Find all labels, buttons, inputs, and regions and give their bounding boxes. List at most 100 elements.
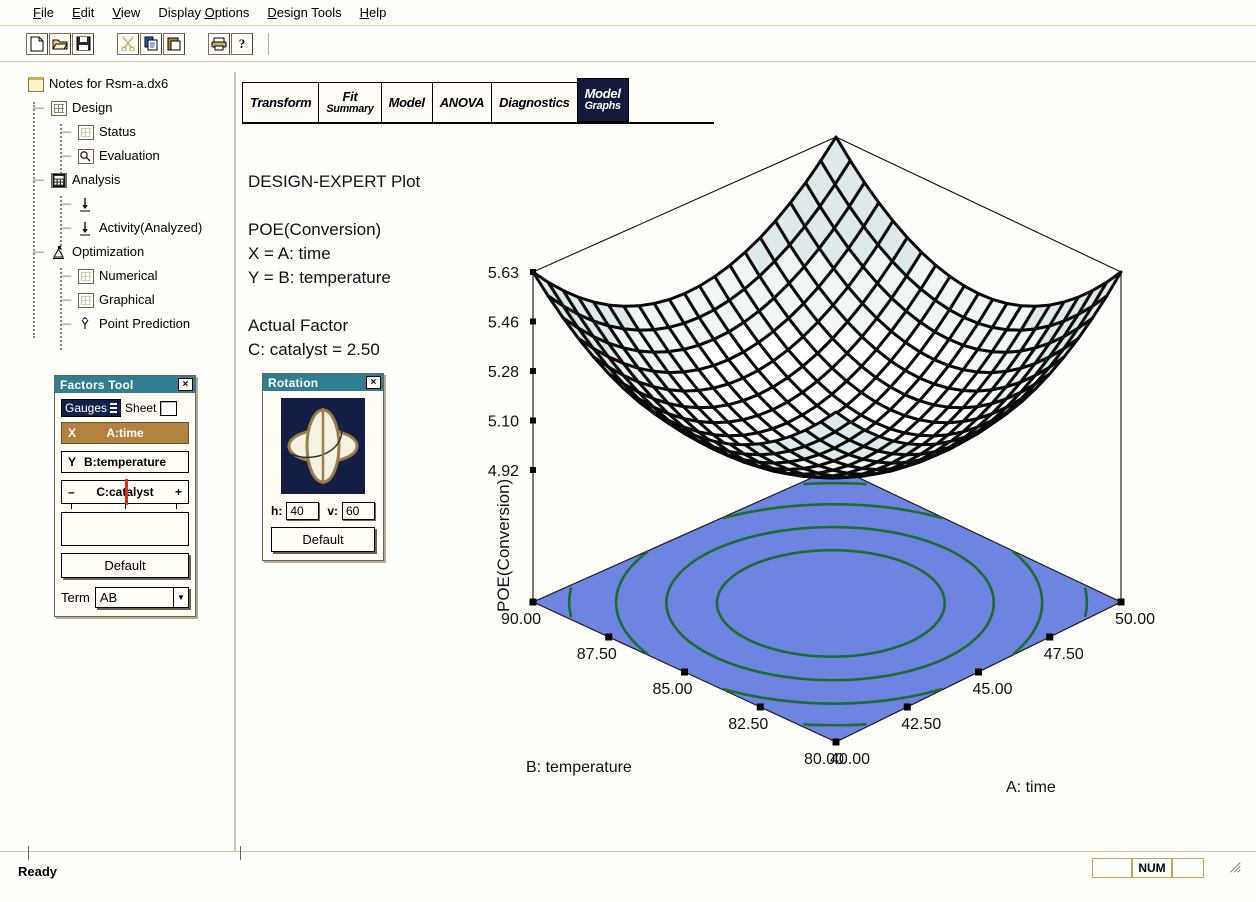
gauges-toggle[interactable]: Gauges: [61, 399, 122, 417]
tab-fit-summary[interactable]: Fit Summary: [318, 82, 382, 122]
open-folder-icon[interactable]: [49, 32, 71, 55]
tree-branch-icon: ––: [33, 174, 44, 186]
folder-icon: [28, 76, 44, 92]
arrow-down-icon: [78, 197, 94, 212]
factor-y-b-temperature[interactable]: Y B:temperature: [61, 451, 189, 473]
menu-bar: FFileile Edit View Display Options Desig…: [0, 0, 1256, 26]
tree-item-label: Graphical: [99, 292, 155, 307]
new-file-icon[interactable]: [26, 32, 48, 55]
copy-icon[interactable]: [140, 32, 162, 55]
toolbar-file-group: [26, 32, 95, 55]
svg-text:?: ?: [239, 36, 246, 51]
sidebar-item-analysis-blank[interactable]: ––: [18, 192, 234, 216]
tree-branch-icon: ––: [60, 294, 71, 306]
sidebar-item-activity-analyzed[interactable]: –– Activity(Analyzed): [18, 216, 234, 240]
tree-connector: [60, 268, 62, 350]
grid-light-icon: [78, 124, 94, 140]
tab-label-line2: Summary: [326, 102, 374, 115]
menu-view[interactable]: View: [103, 3, 149, 23]
tree-branch-icon: ––: [60, 318, 71, 330]
sidebar-item-point-prediction[interactable]: –– Point Prediction: [18, 312, 234, 336]
paste-icon[interactable]: [163, 32, 185, 55]
optimize-icon: [51, 245, 67, 260]
z-axis-tick: [530, 417, 536, 424]
rotation-title-bar: Rotation ×: [263, 374, 383, 391]
toolbar-print-group: ?: [208, 32, 254, 55]
menu-edit[interactable]: Edit: [63, 3, 103, 23]
z-axis-tick: [530, 368, 536, 374]
factor-axis-label: Y: [68, 455, 77, 469]
x-axis-tick: [903, 703, 911, 711]
menu-file[interactable]: FFileile: [24, 3, 63, 23]
status-divider: [28, 846, 29, 860]
factor-x-a-time[interactable]: X A:time: [61, 422, 189, 444]
rotation-h-input[interactable]: 40: [286, 502, 320, 520]
factors-tool-title: Factors Tool: [60, 377, 134, 392]
slider-tick-row: [61, 504, 189, 510]
tab-anova[interactable]: ANOVA: [431, 82, 493, 122]
menu-display-options[interactable]: Display Options: [149, 3, 258, 23]
print-icon[interactable]: [208, 32, 230, 55]
grid-icon: [51, 100, 67, 116]
factors-tool-title-bar: Factors Tool ×: [55, 376, 195, 393]
tree-item-label: Point Prediction: [99, 316, 191, 331]
tree-connector: [33, 102, 35, 338]
tree-item-label: Numerical: [99, 268, 158, 283]
analysis-pane: Transform Fit Summary Model ANOVA Diagno…: [236, 72, 1256, 852]
factor-c-catalyst-slider[interactable]: – C:catalyst +: [61, 479, 189, 505]
term-select[interactable]: AB ▼: [94, 587, 189, 608]
sheet-checkbox[interactable]: [160, 400, 178, 416]
factors-default-button[interactable]: Default: [61, 553, 189, 578]
factor-value-field[interactable]: [61, 512, 189, 546]
navigation-pane: Notes for Rsm-a.dx6 –– Design –– Status …: [18, 72, 236, 852]
x-axis-title: A: time: [1006, 779, 1056, 796]
close-icon[interactable]: ×: [366, 376, 381, 389]
gauges-sheet-row: Gauges Sheet: [61, 399, 189, 417]
base-plane: [531, 466, 1123, 743]
slider-plus-label: +: [174, 485, 182, 499]
gauges-label: Gauges: [65, 401, 108, 415]
factor-axis-label: X: [68, 426, 77, 440]
x-axis-tick-label: 50.00: [1115, 611, 1155, 628]
save-disk-icon[interactable]: [72, 32, 94, 55]
slider-needle[interactable]: [125, 479, 128, 505]
tree-item-label: Activity(Analyzed): [99, 220, 203, 235]
sidebar-item-graphical[interactable]: –– Graphical: [18, 288, 234, 312]
sidebar-item-optimization[interactable]: –– Optimization: [18, 240, 234, 264]
sheet-label: Sheet: [125, 401, 157, 415]
rotation-fields: h: 40 v: 60: [271, 502, 375, 520]
y-axis-tick-label: 80.00: [804, 751, 844, 768]
tab-transform[interactable]: Transform: [242, 82, 320, 122]
tab-diagnostics[interactable]: Diagnostics: [491, 82, 578, 122]
chevron-down-icon[interactable]: ▼: [173, 588, 188, 607]
tree-branch-icon: ––: [33, 246, 44, 258]
rotation-default-button[interactable]: Default: [271, 527, 375, 552]
resize-grip[interactable]: [1228, 860, 1242, 874]
y-axis-tick: [756, 703, 764, 711]
tab-model[interactable]: Model: [380, 82, 433, 122]
cut-scissors-icon[interactable]: [117, 32, 139, 55]
close-icon[interactable]: ×: [178, 378, 193, 391]
x-axis-tick-label: 45.00: [972, 681, 1012, 698]
sidebar-item-evaluation[interactable]: –– Evaluation: [18, 144, 234, 168]
menu-design-tools[interactable]: Design Tools: [258, 3, 350, 23]
rotation-sphere-widget[interactable]: [281, 398, 365, 494]
sidebar-item-numerical[interactable]: –– Numerical: [18, 264, 234, 288]
model-graph-plot: DESIGN-EXPERT Plot POE(Conversion) X = A…: [236, 132, 1256, 852]
tree-root[interactable]: Notes for Rsm-a.dx6: [18, 72, 234, 96]
tab-model-graphs[interactable]: Model Graphs: [576, 78, 629, 122]
menu-help[interactable]: Help: [351, 3, 396, 23]
rotation-v-input[interactable]: 60: [342, 502, 375, 520]
x-axis-tick-label: 42.50: [901, 716, 941, 733]
toolbar-edit-group: [117, 32, 186, 55]
sidebar-item-status[interactable]: –– Status: [18, 120, 234, 144]
sidebar-item-analysis[interactable]: –– Analysis: [18, 168, 234, 192]
factor-name-label: B:temperature: [84, 455, 167, 469]
tree-item-label: Design: [72, 100, 113, 115]
y-axis-tick: [605, 633, 613, 641]
tree-branch-icon: ––: [60, 126, 71, 138]
help-question-icon[interactable]: ?: [231, 32, 253, 55]
grid-light-icon: [78, 268, 94, 284]
sidebar-item-design[interactable]: –– Design: [18, 96, 234, 120]
rotation-window: Rotation × h: 40 v: 60 Default: [262, 373, 384, 561]
